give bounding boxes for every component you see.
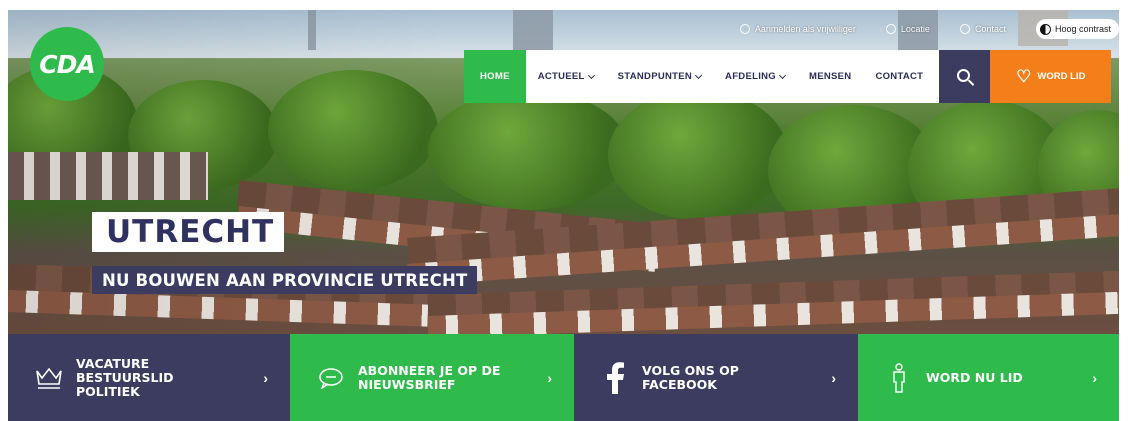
pin-icon [885, 24, 896, 34]
chevron-right-icon: › [547, 369, 552, 386]
crown-icon [30, 366, 68, 390]
nav-item-label: ACTUEEL [537, 71, 585, 82]
word-lid-button[interactable]: ♡ WORD LID [990, 50, 1112, 103]
search-button[interactable] [939, 50, 991, 103]
contact-link[interactable]: Contact [959, 24, 1006, 34]
volunteer-label: Aanmelden als vrijwilliger [754, 24, 856, 34]
hero-title: UTRECHT [106, 214, 275, 250]
high-contrast-toggle[interactable]: Hoog contrast [1035, 19, 1119, 39]
contrast-label: Hoog contrast [1054, 24, 1111, 34]
nav-item-actueel[interactable]: ACTUEEL [525, 50, 606, 103]
nav-item-label: STANDPUNTEN [617, 71, 693, 82]
volunteer-link[interactable]: Aanmelden als vrijwilliger [739, 24, 856, 34]
nav-item-label: HOME [480, 71, 510, 82]
nav-item-contact[interactable]: CONTACT [863, 50, 940, 103]
nav-item-afdeling[interactable]: AFDELING [713, 50, 797, 103]
action-tiles: VACATURE BESTUURSLID POLITIEK › ABONNEER… [8, 334, 1119, 421]
chevron-down-icon [587, 71, 595, 79]
main-nav: HOME ACTUEEL STANDPUNTEN AFDELING MENSEN… [464, 50, 1112, 103]
chat-icon [312, 367, 350, 389]
tile-label: WORD NU LID [926, 369, 1023, 385]
nav-item-label: MENSEN [809, 71, 852, 82]
logo-text: CDA [39, 49, 95, 79]
nav-item-label: CONTACT [875, 71, 924, 82]
cda-logo[interactable]: CDA [30, 27, 104, 101]
chevron-down-icon [695, 71, 703, 79]
phone-icon [959, 24, 970, 34]
tile-nieuwsbrief[interactable]: ABONNEER JE OP DE NIEUWSBRIEF › [290, 334, 574, 421]
location-link[interactable]: Locatie [885, 24, 930, 34]
nav-item-home[interactable]: HOME [464, 50, 526, 103]
search-icon [956, 68, 970, 82]
chevron-down-icon [778, 71, 787, 79]
tile-vacature[interactable]: VACATURE BESTUURSLID POLITIEK › [8, 334, 290, 421]
heart-icon: ♡ [1016, 67, 1032, 86]
tile-label: VACATURE BESTUURSLID POLITIEK [76, 355, 174, 399]
contrast-icon [1039, 23, 1051, 35]
tile-facebook[interactable]: VOLG ONS OP FACEBOOK › [574, 334, 858, 421]
chevron-right-icon: › [831, 369, 836, 386]
contact-label: Contact [974, 24, 1006, 34]
nav-item-standpunten[interactable]: STANDPUNTEN [605, 50, 714, 103]
tile-label: VOLG ONS OP FACEBOOK [642, 362, 739, 392]
user-icon [739, 24, 750, 34]
nav-item-mensen[interactable]: MENSEN [797, 50, 864, 103]
chevron-right-icon: › [263, 369, 268, 386]
nav-item-label: AFDELING [725, 71, 776, 82]
tile-label: ABONNEER JE OP DE NIEUWSBRIEF [358, 362, 501, 392]
tile-word-nu-lid[interactable]: WORD NU LID › [858, 334, 1119, 421]
chevron-right-icon: › [1092, 369, 1097, 386]
hero-subtitle: NU BOUWEN AAN PROVINCIE UTRECHT [102, 270, 468, 290]
facebook-icon [596, 361, 634, 394]
utility-bar: Aanmelden als vrijwilliger Locatie Conta… [739, 18, 1119, 40]
hero-title-box: UTRECHT [92, 212, 285, 252]
hero-subtitle-box: NU BOUWEN AAN PROVINCIE UTRECHT [92, 266, 478, 294]
word-lid-label: WORD LID [1037, 71, 1086, 82]
person-icon [880, 362, 918, 393]
location-label: Locatie [900, 24, 930, 34]
page: CDA Aanmelden als vrijwilliger Locatie C… [8, 10, 1119, 421]
